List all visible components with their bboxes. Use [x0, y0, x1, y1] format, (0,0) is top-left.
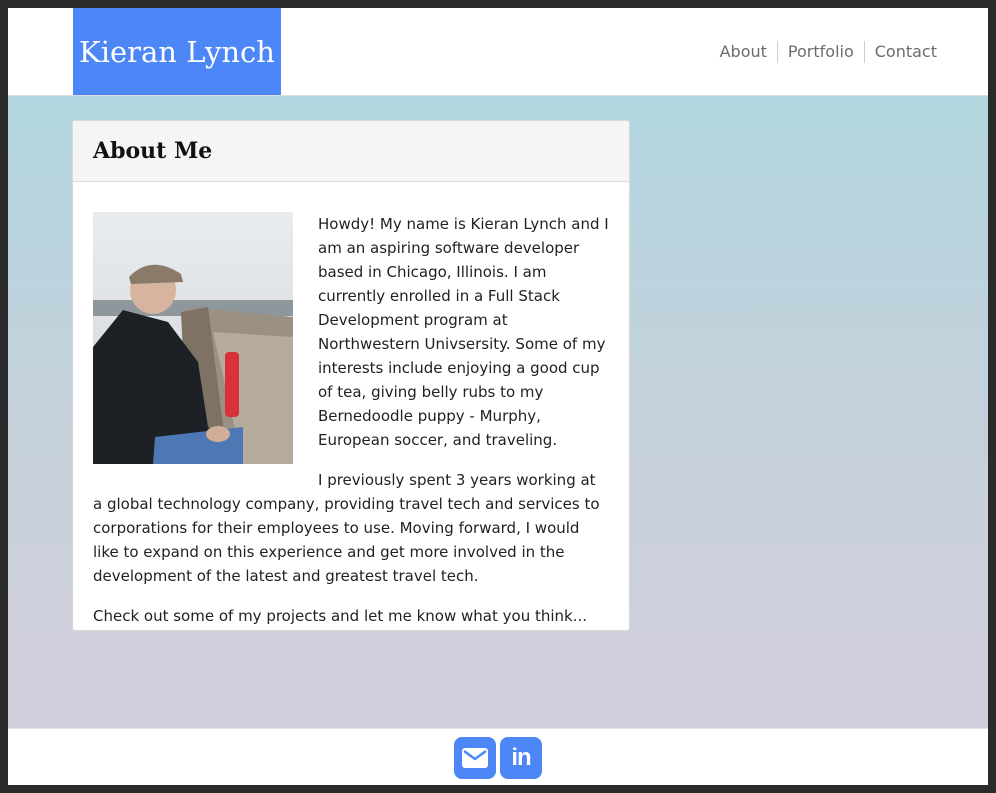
about-card-header: About Me [73, 121, 629, 182]
nav-link-portfolio[interactable]: Portfolio [776, 41, 864, 63]
main-content: About Me Howdy! My name is Kieran Lynch … [8, 96, 988, 728]
about-paragraph-3: Check out some of my projects and let me… [93, 607, 588, 625]
linkedin-icon: in [511, 744, 531, 771]
about-card-body: Howdy! My name is Kieran Lynch and I am … [73, 182, 629, 628]
nav-link-contact[interactable]: Contact [863, 41, 937, 63]
about-paragraph-2: I previously spent 3 years working at a … [93, 471, 600, 585]
site-footer: in [8, 728, 988, 785]
about-title: About Me [93, 138, 213, 164]
envelope-icon [462, 748, 488, 768]
site-header: Kieran Lynch About Portfolio Contact [8, 8, 988, 96]
linkedin-link[interactable]: in [500, 737, 542, 779]
brand-logo[interactable]: Kieran Lynch [73, 8, 281, 95]
main-nav: About Portfolio Contact [710, 41, 937, 63]
profile-photo [93, 212, 293, 464]
social-links: in [454, 737, 542, 779]
about-card: About Me Howdy! My name is Kieran Lynch … [72, 120, 630, 631]
email-link[interactable] [454, 737, 496, 779]
browser-viewport: Kieran Lynch About Portfolio Contact Abo… [8, 8, 988, 785]
nav-link-about[interactable]: About [710, 41, 777, 63]
